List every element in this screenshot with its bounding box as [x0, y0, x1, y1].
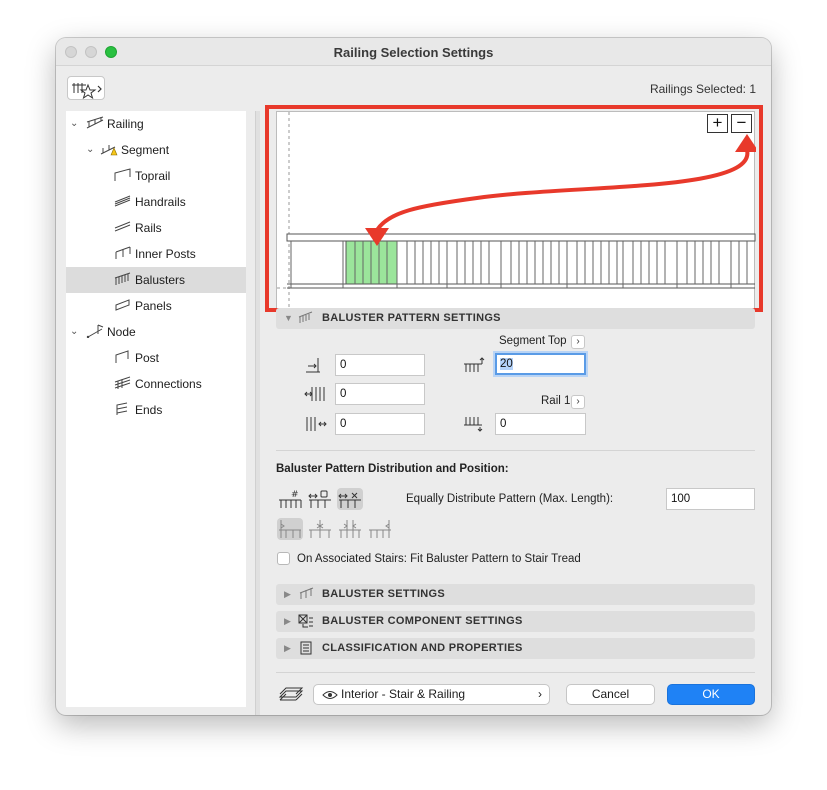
align-end-icon [369, 520, 391, 538]
align-end-button[interactable] [367, 518, 393, 540]
disclosure-right-icon: ▶ [284, 643, 291, 653]
top-offset-icon [464, 357, 485, 372]
count-distribution-icon: # [279, 490, 302, 508]
disclosure-down-icon: ▼ [284, 313, 293, 323]
end-offset-icon [306, 417, 327, 431]
segment-warning-icon [100, 145, 118, 156]
tree-item-inner-posts[interactable]: Inner Posts [66, 241, 246, 267]
ends-icon [116, 402, 128, 415]
segment-top-field[interactable]: 20 [495, 353, 586, 375]
balusters-icon [114, 272, 131, 285]
align-center-icon [309, 520, 331, 538]
max-length-field[interactable]: 100 [666, 488, 755, 510]
spacing-icon [304, 387, 325, 401]
rail-chevron-button[interactable]: › [571, 395, 585, 409]
selection-count: Railings Selected: 1 [649, 82, 756, 96]
fit-stair-tread-checkbox[interactable] [277, 552, 290, 565]
align-center-alt-button[interactable] [337, 518, 363, 540]
tree-item-panels[interactable]: Panels [66, 293, 246, 319]
equally-distribute-button[interactable] [337, 488, 363, 510]
layer-dropdown[interactable]: Interior - Stair & Railing › [313, 684, 550, 705]
tree-item-rails[interactable]: Rails [66, 215, 246, 241]
equally-distribute-icon [338, 492, 361, 508]
segment-top-chevron-button[interactable]: › [571, 335, 585, 349]
section-header-baluster-settings[interactable]: ▶ BALUSTER SETTINGS [276, 584, 755, 605]
tree-item-toprail[interactable]: Toprail [66, 163, 246, 189]
chevron-right-icon: › [538, 687, 542, 701]
annotation-highlight-frame [265, 105, 763, 312]
handrails-icon [114, 195, 131, 207]
start-offset-icon [306, 358, 320, 373]
tree-item-segment[interactable]: ⌄ Segment [66, 137, 246, 163]
section-header-pattern[interactable]: ▼ BALUSTER PATTERN SETTINGS [276, 308, 755, 329]
align-center-button[interactable] [307, 518, 333, 540]
spacing-field[interactable]: 0 [335, 383, 425, 405]
segment-top-label: Segment Top [499, 335, 567, 347]
disclosure-right-icon: ▶ [284, 616, 291, 626]
panels-icon [115, 299, 130, 311]
settings-dialog: Railing Selection Settings Railings Sele… [56, 38, 771, 715]
chevron-down-icon[interactable]: ⌄ [86, 144, 94, 155]
rails-icon [114, 221, 131, 232]
eye-icon [322, 691, 338, 699]
railing-icon [86, 116, 104, 129]
tree-item-post[interactable]: Post [66, 345, 246, 371]
tree-item-handrails[interactable]: Handrails [66, 189, 246, 215]
balusters-icon [298, 311, 313, 323]
tree-item-balusters[interactable]: Balusters [66, 267, 246, 293]
node-icon [86, 324, 104, 338]
post-icon [115, 350, 129, 363]
fixed-length-icon [308, 490, 331, 508]
layers-icon [278, 687, 304, 701]
section-header-component-settings[interactable]: ▶ BALUSTER COMPONENT SETTINGS [276, 611, 755, 632]
rail-label: Rail 1 [541, 395, 571, 407]
end-offset-field[interactable]: 0 [335, 413, 425, 435]
title-bar: Railing Selection Settings [56, 38, 771, 66]
count-distribution-button[interactable]: # [277, 488, 303, 510]
ok-button[interactable]: OK [667, 684, 755, 705]
baluster-settings-icon [299, 587, 314, 599]
align-start-icon [279, 520, 301, 538]
cancel-button[interactable]: Cancel [566, 684, 655, 705]
panel-splitter[interactable] [255, 111, 260, 715]
tree-item-ends[interactable]: Ends [66, 397, 246, 423]
window-title: Railing Selection Settings [333, 45, 494, 60]
chevron-down-icon[interactable]: ⌄ [70, 118, 78, 129]
footer-separator [276, 672, 755, 673]
bottom-offset-icon [464, 417, 483, 432]
fit-stair-tread-label: On Associated Stairs: Fit Baluster Patte… [297, 553, 581, 565]
align-center-alt-icon [339, 520, 361, 538]
start-offset-field[interactable]: 0 [335, 354, 425, 376]
toprail-icon [114, 168, 131, 181]
classification-icon [300, 641, 312, 655]
layer-value: Interior - Stair & Railing [341, 687, 466, 701]
component-settings-icon [298, 614, 313, 628]
inner-posts-icon [115, 246, 131, 259]
separator [276, 450, 755, 451]
align-start-button[interactable] [277, 518, 303, 540]
tree-item-connections[interactable]: Connections [66, 371, 246, 397]
tree-item-railing[interactable]: ⌄ Railing [66, 111, 246, 137]
tree-item-node[interactable]: ⌄ Node [66, 319, 246, 345]
rail-bottom-field[interactable]: 0 [495, 413, 586, 435]
section-header-classification[interactable]: ▶ CLASSIFICATION AND PROPERTIES [276, 638, 755, 659]
favorites-button[interactable] [67, 76, 105, 100]
fixed-length-distribution-button[interactable] [307, 488, 333, 510]
favorites-star-icon [72, 83, 102, 100]
svg-text:#: # [291, 490, 299, 500]
settings-tree: ⌄ Railing ⌄ Segment Toprail Handrails Ra… [66, 111, 246, 707]
chevron-down-icon[interactable]: ⌄ [70, 326, 78, 337]
connections-icon [114, 376, 131, 389]
distribution-title: Baluster Pattern Distribution and Positi… [276, 463, 509, 475]
disclosure-right-icon: ▶ [284, 589, 291, 599]
distribution-mode-label: Equally Distribute Pattern (Max. Length)… [406, 493, 614, 505]
